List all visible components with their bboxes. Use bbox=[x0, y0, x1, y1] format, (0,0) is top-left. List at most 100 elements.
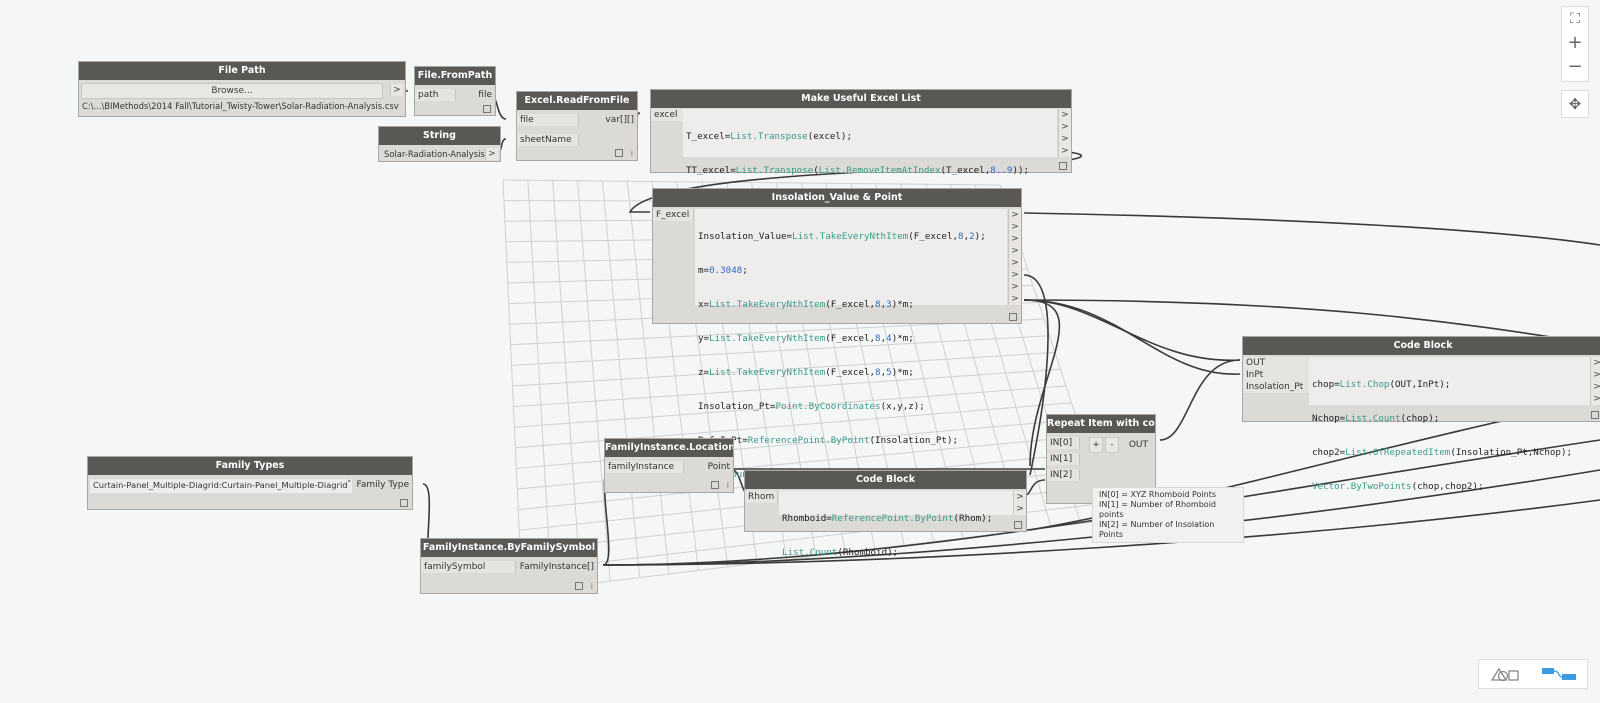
node-familyinstance-byfamilysymbol[interactable]: FamilyInstance.ByFamilySymbol familySymb… bbox=[420, 538, 598, 594]
graph-view-icon bbox=[1542, 668, 1576, 680]
node-insolation-value-point[interactable]: Insolation_Value & Point F_excel Insolat… bbox=[652, 188, 1022, 480]
note-line: IN[1] = Number of Rhomboid points bbox=[1099, 500, 1216, 519]
wire bbox=[1023, 212, 1600, 246]
node-familyinstance-location[interactable]: FamilyInstance.Location familyInstance P… bbox=[604, 438, 734, 493]
code-editor[interactable]: chop=List.Chop(OUT,InPt); Nchop=List.Cou… bbox=[1309, 357, 1593, 492]
output-port-arrow[interactable]: > bbox=[1008, 245, 1021, 257]
node-title: Insolation_Value & Point bbox=[653, 189, 1021, 207]
output-port-arrow[interactable]: > bbox=[390, 84, 403, 96]
node-title: File.FromPath bbox=[415, 67, 495, 85]
input-port-excel[interactable]: excel bbox=[651, 109, 684, 121]
input-port-familyinstance[interactable]: familyInstance bbox=[605, 461, 684, 473]
node-title: FamilyInstance.ByFamilySymbol bbox=[421, 539, 597, 557]
preview-toggle-icon[interactable] bbox=[710, 481, 719, 489]
code-line: Ref_InPt=ReferencePoint.ByPoint(Insolati… bbox=[698, 435, 959, 446]
zoom-out-icon[interactable]: − bbox=[1562, 55, 1588, 79]
output-port-arrow[interactable]: > bbox=[485, 148, 498, 160]
output-port-arrow[interactable]: > bbox=[1590, 381, 1600, 393]
output-port-var[interactable]: var[][] bbox=[602, 114, 637, 126]
code-line: m=0.3048; bbox=[698, 265, 748, 276]
input-port-inpt[interactable]: InPt bbox=[1243, 369, 1310, 381]
output-port-familyinstance[interactable]: FamilyInstance[] bbox=[517, 561, 597, 573]
node-make-useful-excel-list[interactable]: Make Useful Excel List excel T_excel=Lis… bbox=[650, 89, 1072, 244]
output-port-point[interactable]: Point bbox=[705, 461, 733, 473]
output-port-arrow[interactable]: > bbox=[1008, 293, 1021, 305]
output-port-arrow[interactable]: > bbox=[1008, 257, 1021, 269]
input-port-path[interactable]: path bbox=[415, 89, 456, 101]
code-line: Rhomboid=ReferencePoint.ByPoint(Rhom); bbox=[782, 513, 993, 524]
code-line: y=List.TakeEveryNthItem(F_excel,8,4)*m; bbox=[698, 333, 914, 344]
code-editor[interactable]: Insolation_Value=List.TakeEveryNthItem(F… bbox=[695, 209, 1007, 480]
node-title: Code Block bbox=[745, 471, 1026, 489]
input-port-in1[interactable]: IN[1] bbox=[1047, 453, 1080, 465]
output-port-arrow[interactable]: > bbox=[1008, 221, 1021, 233]
view-mode-toggle bbox=[1478, 659, 1588, 689]
geometry-view-icon bbox=[1490, 667, 1519, 682]
node-string[interactable]: String Solar-Radiation-Analysis > bbox=[378, 126, 501, 162]
preview-toggle-icon[interactable] bbox=[574, 582, 583, 590]
code-line: Insolation_Pt=Point.ByCoordinates(x,y,z)… bbox=[698, 401, 925, 412]
output-port-arrow[interactable]: > bbox=[1058, 109, 1071, 121]
node-code-block-vectors[interactable]: Code Block OUT InPt Insolation_Pt chop=L… bbox=[1242, 336, 1600, 492]
add-input-button[interactable]: + bbox=[1089, 437, 1103, 453]
output-port-arrow[interactable]: > bbox=[1008, 233, 1021, 245]
preview-toggle-icon[interactable] bbox=[1014, 521, 1022, 529]
input-port-insolation-pt[interactable]: Insolation_Pt bbox=[1243, 381, 1310, 393]
preview-toggle-icon[interactable] bbox=[1591, 411, 1599, 419]
zoom-in-icon[interactable]: + bbox=[1562, 31, 1588, 55]
code-editor[interactable]: Rhomboid=ReferencePoint.ByPoint(Rhom); L… bbox=[779, 491, 1014, 558]
preview-toggle-icon[interactable] bbox=[1009, 313, 1017, 321]
node-family-types[interactable]: Family Types Curtain-Panel_Multiple-Diag… bbox=[87, 456, 413, 510]
remove-input-button[interactable]: - bbox=[1105, 437, 1119, 453]
input-port-rhom[interactable]: Rhom bbox=[745, 491, 778, 503]
output-port-arrow[interactable]: > bbox=[1058, 145, 1071, 157]
output-port-file[interactable]: file bbox=[475, 89, 495, 101]
preview-toggle-icon[interactable] bbox=[400, 499, 408, 507]
node-title: Repeat Item with count bbox=[1047, 415, 1155, 433]
output-port-arrow[interactable]: > bbox=[1590, 393, 1600, 405]
output-port-family-type[interactable]: Family Type bbox=[354, 479, 413, 491]
preview-toggle-icon[interactable] bbox=[483, 105, 491, 113]
output-port-out[interactable]: OUT bbox=[1126, 439, 1151, 451]
pan-icon[interactable]: ✥ bbox=[1561, 90, 1589, 118]
node-file-path[interactable]: File Path Browse... > C:\...\BIMethods\2… bbox=[78, 61, 406, 117]
input-port-familysymbol[interactable]: familySymbol bbox=[421, 561, 516, 573]
input-port-in0[interactable]: IN[0] bbox=[1047, 437, 1080, 449]
node-title: Make Useful Excel List bbox=[651, 90, 1071, 108]
wire bbox=[1024, 479, 1046, 496]
output-port-arrow[interactable]: > bbox=[1008, 269, 1021, 281]
family-type-dropdown[interactable]: Curtain-Panel_Multiple-Diagrid:Curtain-P… bbox=[90, 479, 352, 493]
node-code-block-rhomboid[interactable]: Code Block Rhom Rhomboid=ReferencePoint.… bbox=[744, 470, 1027, 558]
code-line: chop2=List.OfRepeatedItem(Insolation_Pt,… bbox=[1312, 447, 1573, 458]
node-excel-read-from-file[interactable]: Excel.ReadFromFile file sheetName var[][… bbox=[516, 91, 638, 161]
browse-button[interactable]: Browse... bbox=[81, 83, 383, 99]
output-port-arrow[interactable]: > bbox=[1590, 369, 1600, 381]
zoom-to-fit-icon[interactable]: ⛶ bbox=[1562, 7, 1588, 31]
code-editor[interactable]: T_excel=List.Transpose(excel); TT_excel=… bbox=[683, 109, 1057, 244]
output-port-arrow[interactable]: > bbox=[1058, 133, 1071, 145]
input-port-sheetname[interactable]: sheetName bbox=[517, 134, 579, 146]
output-port-arrow[interactable]: > bbox=[1590, 357, 1600, 369]
wire bbox=[1023, 299, 1241, 375]
code-line: Nchop=List.Count(chop); bbox=[1312, 413, 1440, 424]
code-line: TT_excel=List.Transpose(List.RemoveItemA… bbox=[686, 165, 1030, 176]
input-port-f-excel[interactable]: F_excel bbox=[653, 209, 694, 221]
wire bbox=[1023, 299, 1241, 361]
output-port-arrow[interactable]: > bbox=[1008, 209, 1021, 221]
graph-view-button[interactable] bbox=[1533, 660, 1587, 688]
note-line: IN[2] = Number of Insolation Points bbox=[1099, 520, 1215, 539]
node-file-from-path[interactable]: File.FromPath path file bbox=[414, 66, 496, 116]
output-port-arrow[interactable]: > bbox=[1058, 121, 1071, 133]
output-port-arrow[interactable]: > bbox=[1013, 491, 1026, 503]
string-value[interactable]: Solar-Radiation-Analysis bbox=[381, 148, 488, 160]
input-port-file[interactable]: file bbox=[517, 114, 579, 126]
output-port-arrow[interactable]: > bbox=[1008, 281, 1021, 293]
input-port-out[interactable]: OUT bbox=[1243, 357, 1310, 369]
input-port-in2[interactable]: IN[2] bbox=[1047, 469, 1080, 481]
code-line: T_excel=List.Transpose(excel); bbox=[686, 131, 852, 142]
geometry-view-button[interactable] bbox=[1479, 660, 1533, 688]
preview-toggle-icon[interactable] bbox=[1059, 162, 1067, 170]
preview-toggle-icon[interactable] bbox=[614, 149, 623, 157]
output-port-arrow[interactable]: > bbox=[1013, 503, 1026, 515]
zoom-controls: ⛶ + − bbox=[1561, 6, 1589, 82]
